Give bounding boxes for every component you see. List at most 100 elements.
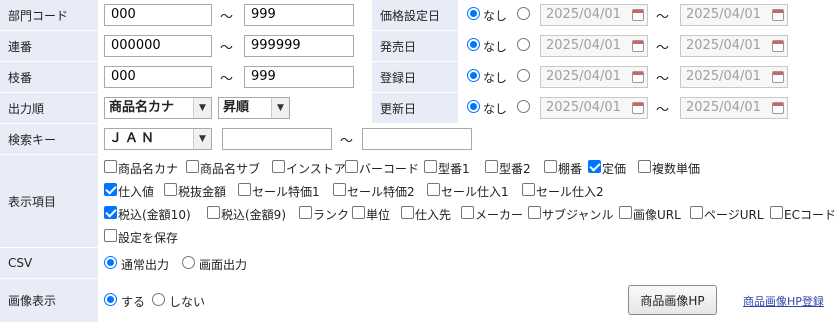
image-hp-register-link[interactable]: 商品画像HP登録 xyxy=(743,293,824,309)
csv-normal-radio[interactable] xyxy=(104,256,117,269)
display-item-checkbox[interactable] xyxy=(522,183,535,196)
release-date-none-radio[interactable] xyxy=(467,38,480,51)
price-date-to-value: 2025/04/01 xyxy=(686,7,761,22)
calendar-icon[interactable] xyxy=(772,71,784,83)
image-no-label: しない xyxy=(169,295,206,309)
calendar-icon[interactable] xyxy=(632,102,644,114)
label-output-order-text: 出力順 xyxy=(8,101,45,116)
search-key-value: ＪＡＮ xyxy=(109,131,158,146)
display-item-checkbox[interactable] xyxy=(104,160,117,173)
price-date-none-radio[interactable] xyxy=(467,7,480,20)
branch-to-input[interactable]: 999 xyxy=(244,66,354,88)
calendar-icon[interactable] xyxy=(632,40,644,52)
label-branch: 枝番 xyxy=(0,62,98,92)
update-date-from-value: 2025/04/01 xyxy=(546,100,621,115)
display-item-checkbox[interactable] xyxy=(588,160,601,173)
sort-field-value: 商品名カナ xyxy=(109,100,175,115)
label-output-order: 出力順 xyxy=(0,93,98,123)
display-item-checkbox[interactable] xyxy=(424,160,437,173)
display-item-label: 商品名カナ xyxy=(118,162,179,176)
branch-from-input[interactable]: 000 xyxy=(104,66,212,88)
sort-field-select[interactable]: 商品名カナ ▼ xyxy=(104,97,212,119)
display-item-checkbox[interactable] xyxy=(104,183,117,196)
save-settings-checkbox[interactable] xyxy=(104,229,117,242)
display-item-checkbox[interactable] xyxy=(352,206,365,219)
serial-to-input[interactable]: 999999 xyxy=(244,35,354,57)
display-item-checkbox[interactable] xyxy=(238,183,251,196)
display-item-checkbox[interactable] xyxy=(345,160,358,173)
sort-direction-value: 昇順 xyxy=(223,100,250,115)
display-item-checkbox[interactable] xyxy=(485,160,498,173)
display-item-checkbox[interactable] xyxy=(770,206,783,219)
price-date-from[interactable]: 2025/04/01 xyxy=(540,4,648,26)
label-dept-code-text: 部門コード xyxy=(8,8,69,23)
label-price-date: 価格設定日 xyxy=(372,0,458,30)
display-item-checkbox[interactable] xyxy=(690,206,703,219)
dept-to-input[interactable]: 999 xyxy=(244,4,354,26)
search-key-select[interactable]: ＪＡＮ ▼ xyxy=(104,128,212,150)
release-date-range-radio[interactable] xyxy=(517,38,530,51)
serial-from-input[interactable]: 000000 xyxy=(104,35,212,57)
range-tilde: ～ xyxy=(220,41,234,56)
display-item-checkbox[interactable] xyxy=(207,206,220,219)
calendar-icon[interactable] xyxy=(772,40,784,52)
register-date-none-radio[interactable] xyxy=(467,69,480,82)
display-item-label: 税込(金額10) xyxy=(118,208,191,222)
csv-screen-radio[interactable] xyxy=(182,256,195,269)
release-date-from-value: 2025/04/01 xyxy=(546,38,621,53)
chevron-down-icon: ▼ xyxy=(193,98,211,118)
register-date-range-radio[interactable] xyxy=(517,69,530,82)
search-to-input[interactable] xyxy=(362,128,472,150)
display-item-label: 棚番 xyxy=(558,162,583,176)
display-item-checkbox[interactable] xyxy=(638,160,651,173)
register-date-to[interactable]: 2025/04/01 xyxy=(680,66,788,88)
display-item-label: 型番2 xyxy=(499,162,531,176)
update-date-to-value: 2025/04/01 xyxy=(686,100,761,115)
display-item-checkbox[interactable] xyxy=(461,206,474,219)
register-date-to-value: 2025/04/01 xyxy=(686,69,761,84)
price-date-range-radio[interactable] xyxy=(517,7,530,20)
label-dept-code: 部門コード xyxy=(0,0,98,30)
image-hp-button[interactable]: 商品画像HP xyxy=(628,285,717,315)
range-tilde: ～ xyxy=(220,10,234,25)
label-update-date-text: 更新日 xyxy=(380,101,417,116)
display-item-checkbox[interactable] xyxy=(619,206,632,219)
display-item-checkbox[interactable] xyxy=(186,160,199,173)
display-item-checkbox[interactable] xyxy=(299,206,312,219)
display-item-checkbox[interactable] xyxy=(164,183,177,196)
display-item-checkbox[interactable] xyxy=(528,206,541,219)
update-date-to[interactable]: 2025/04/01 xyxy=(680,97,788,119)
range-tilde: ～ xyxy=(656,10,670,25)
display-item-checkbox[interactable] xyxy=(401,206,414,219)
label-display-items-text: 表示項目 xyxy=(8,194,57,209)
dept-from-input[interactable]: 000 xyxy=(104,4,212,26)
price-date-to[interactable]: 2025/04/01 xyxy=(680,4,788,26)
display-item-checkbox[interactable] xyxy=(427,183,440,196)
calendar-icon[interactable] xyxy=(772,9,784,21)
display-item-checkbox[interactable] xyxy=(333,183,346,196)
display-item-checkbox[interactable] xyxy=(272,160,285,173)
calendar-icon[interactable] xyxy=(632,9,644,21)
image-no-radio[interactable] xyxy=(152,293,165,306)
calendar-icon[interactable] xyxy=(632,71,644,83)
csv-screen-label: 画面出力 xyxy=(199,258,248,272)
calendar-icon[interactable] xyxy=(772,102,784,114)
display-item-label: セール仕入1 xyxy=(441,185,509,199)
range-tilde: ～ xyxy=(656,72,670,87)
sort-direction-select[interactable]: 昇順 ▼ xyxy=(218,97,290,119)
search-from-input[interactable] xyxy=(222,128,332,150)
image-yes-radio[interactable] xyxy=(104,293,117,306)
update-date-from[interactable]: 2025/04/01 xyxy=(540,97,648,119)
label-release-date: 発売日 xyxy=(372,31,458,61)
display-item-checkbox[interactable] xyxy=(104,206,117,219)
release-date-to[interactable]: 2025/04/01 xyxy=(680,35,788,57)
range-tilde: ～ xyxy=(656,103,670,118)
range-tilde: ～ xyxy=(656,41,670,56)
display-item-checkbox[interactable] xyxy=(544,160,557,173)
update-date-none-radio[interactable] xyxy=(467,100,480,113)
update-date-range-radio[interactable] xyxy=(517,100,530,113)
release-date-from[interactable]: 2025/04/01 xyxy=(540,35,648,57)
csv-normal-label: 通常出力 xyxy=(121,258,170,272)
register-date-from[interactable]: 2025/04/01 xyxy=(540,66,648,88)
label-search-key: 検索キー xyxy=(0,124,98,154)
